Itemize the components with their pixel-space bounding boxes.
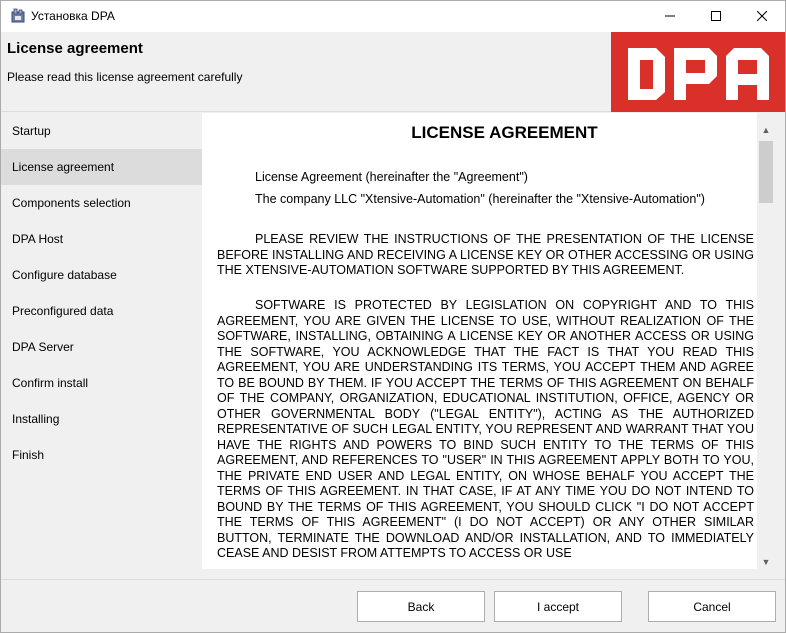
- window-title: Установка DPA: [31, 9, 115, 23]
- cancel-button[interactable]: Cancel: [648, 591, 776, 622]
- license-line-company: The company LLC "Xtensive-Automation" (h…: [255, 192, 705, 206]
- sidebar-item-license-agreement[interactable]: License agreement: [1, 149, 202, 185]
- steps-sidebar: Startup License agreement Components sel…: [1, 113, 202, 579]
- sidebar-item-startup[interactable]: Startup: [1, 113, 202, 149]
- dpa-logo: [611, 32, 785, 112]
- close-icon: [756, 8, 768, 26]
- sidebar-item-installing[interactable]: Installing: [1, 401, 202, 437]
- maximize-button[interactable]: [693, 1, 739, 32]
- license-text-panel[interactable]: LICENSE AGREEMENT License Agreement (her…: [202, 113, 757, 569]
- sidebar-item-confirm-install[interactable]: Confirm install: [1, 365, 202, 401]
- page-subtitle: Please read this license agreement caref…: [7, 70, 243, 84]
- sidebar-item-dpa-host[interactable]: DPA Host: [1, 221, 202, 257]
- title-bar: Установка DPA: [1, 1, 785, 32]
- scroll-down-icon[interactable]: ▼: [757, 553, 775, 571]
- maximize-icon: [711, 8, 721, 26]
- page-header: License agreement Please read this licen…: [1, 32, 785, 112]
- scroll-up-icon[interactable]: ▲: [757, 121, 775, 139]
- accept-button[interactable]: I accept: [494, 591, 622, 622]
- sidebar-item-finish[interactable]: Finish: [1, 437, 202, 473]
- license-paragraph: PLEASE REVIEW THE INSTRUCTIONS OF THE PR…: [217, 232, 754, 277]
- license-paragraph: SOFTWARE IS PROTECTED BY LEGISLATION ON …: [217, 298, 754, 560]
- sidebar-item-dpa-server[interactable]: DPA Server: [1, 329, 202, 365]
- minimize-icon: [665, 8, 675, 26]
- license-scrollbar[interactable]: ▲ ▼: [757, 121, 775, 571]
- footer-divider: [1, 579, 785, 580]
- sidebar-item-components-selection[interactable]: Components selection: [1, 185, 202, 221]
- license-line-agreement: License Agreement (hereinafter the "Agre…: [255, 170, 528, 184]
- close-button[interactable]: [739, 1, 785, 32]
- scroll-thumb[interactable]: [759, 141, 773, 203]
- page-title: License agreement: [7, 40, 143, 57]
- sidebar-item-preconfigured-data[interactable]: Preconfigured data: [1, 293, 202, 329]
- back-button[interactable]: Back: [357, 591, 485, 622]
- license-title: LICENSE AGREEMENT: [411, 123, 598, 142]
- minimize-button[interactable]: [647, 1, 693, 32]
- sidebar-item-configure-database[interactable]: Configure database: [1, 257, 202, 293]
- installer-window: Установка DPA License agreement Please r…: [0, 0, 786, 633]
- installer-icon: [10, 8, 26, 24]
